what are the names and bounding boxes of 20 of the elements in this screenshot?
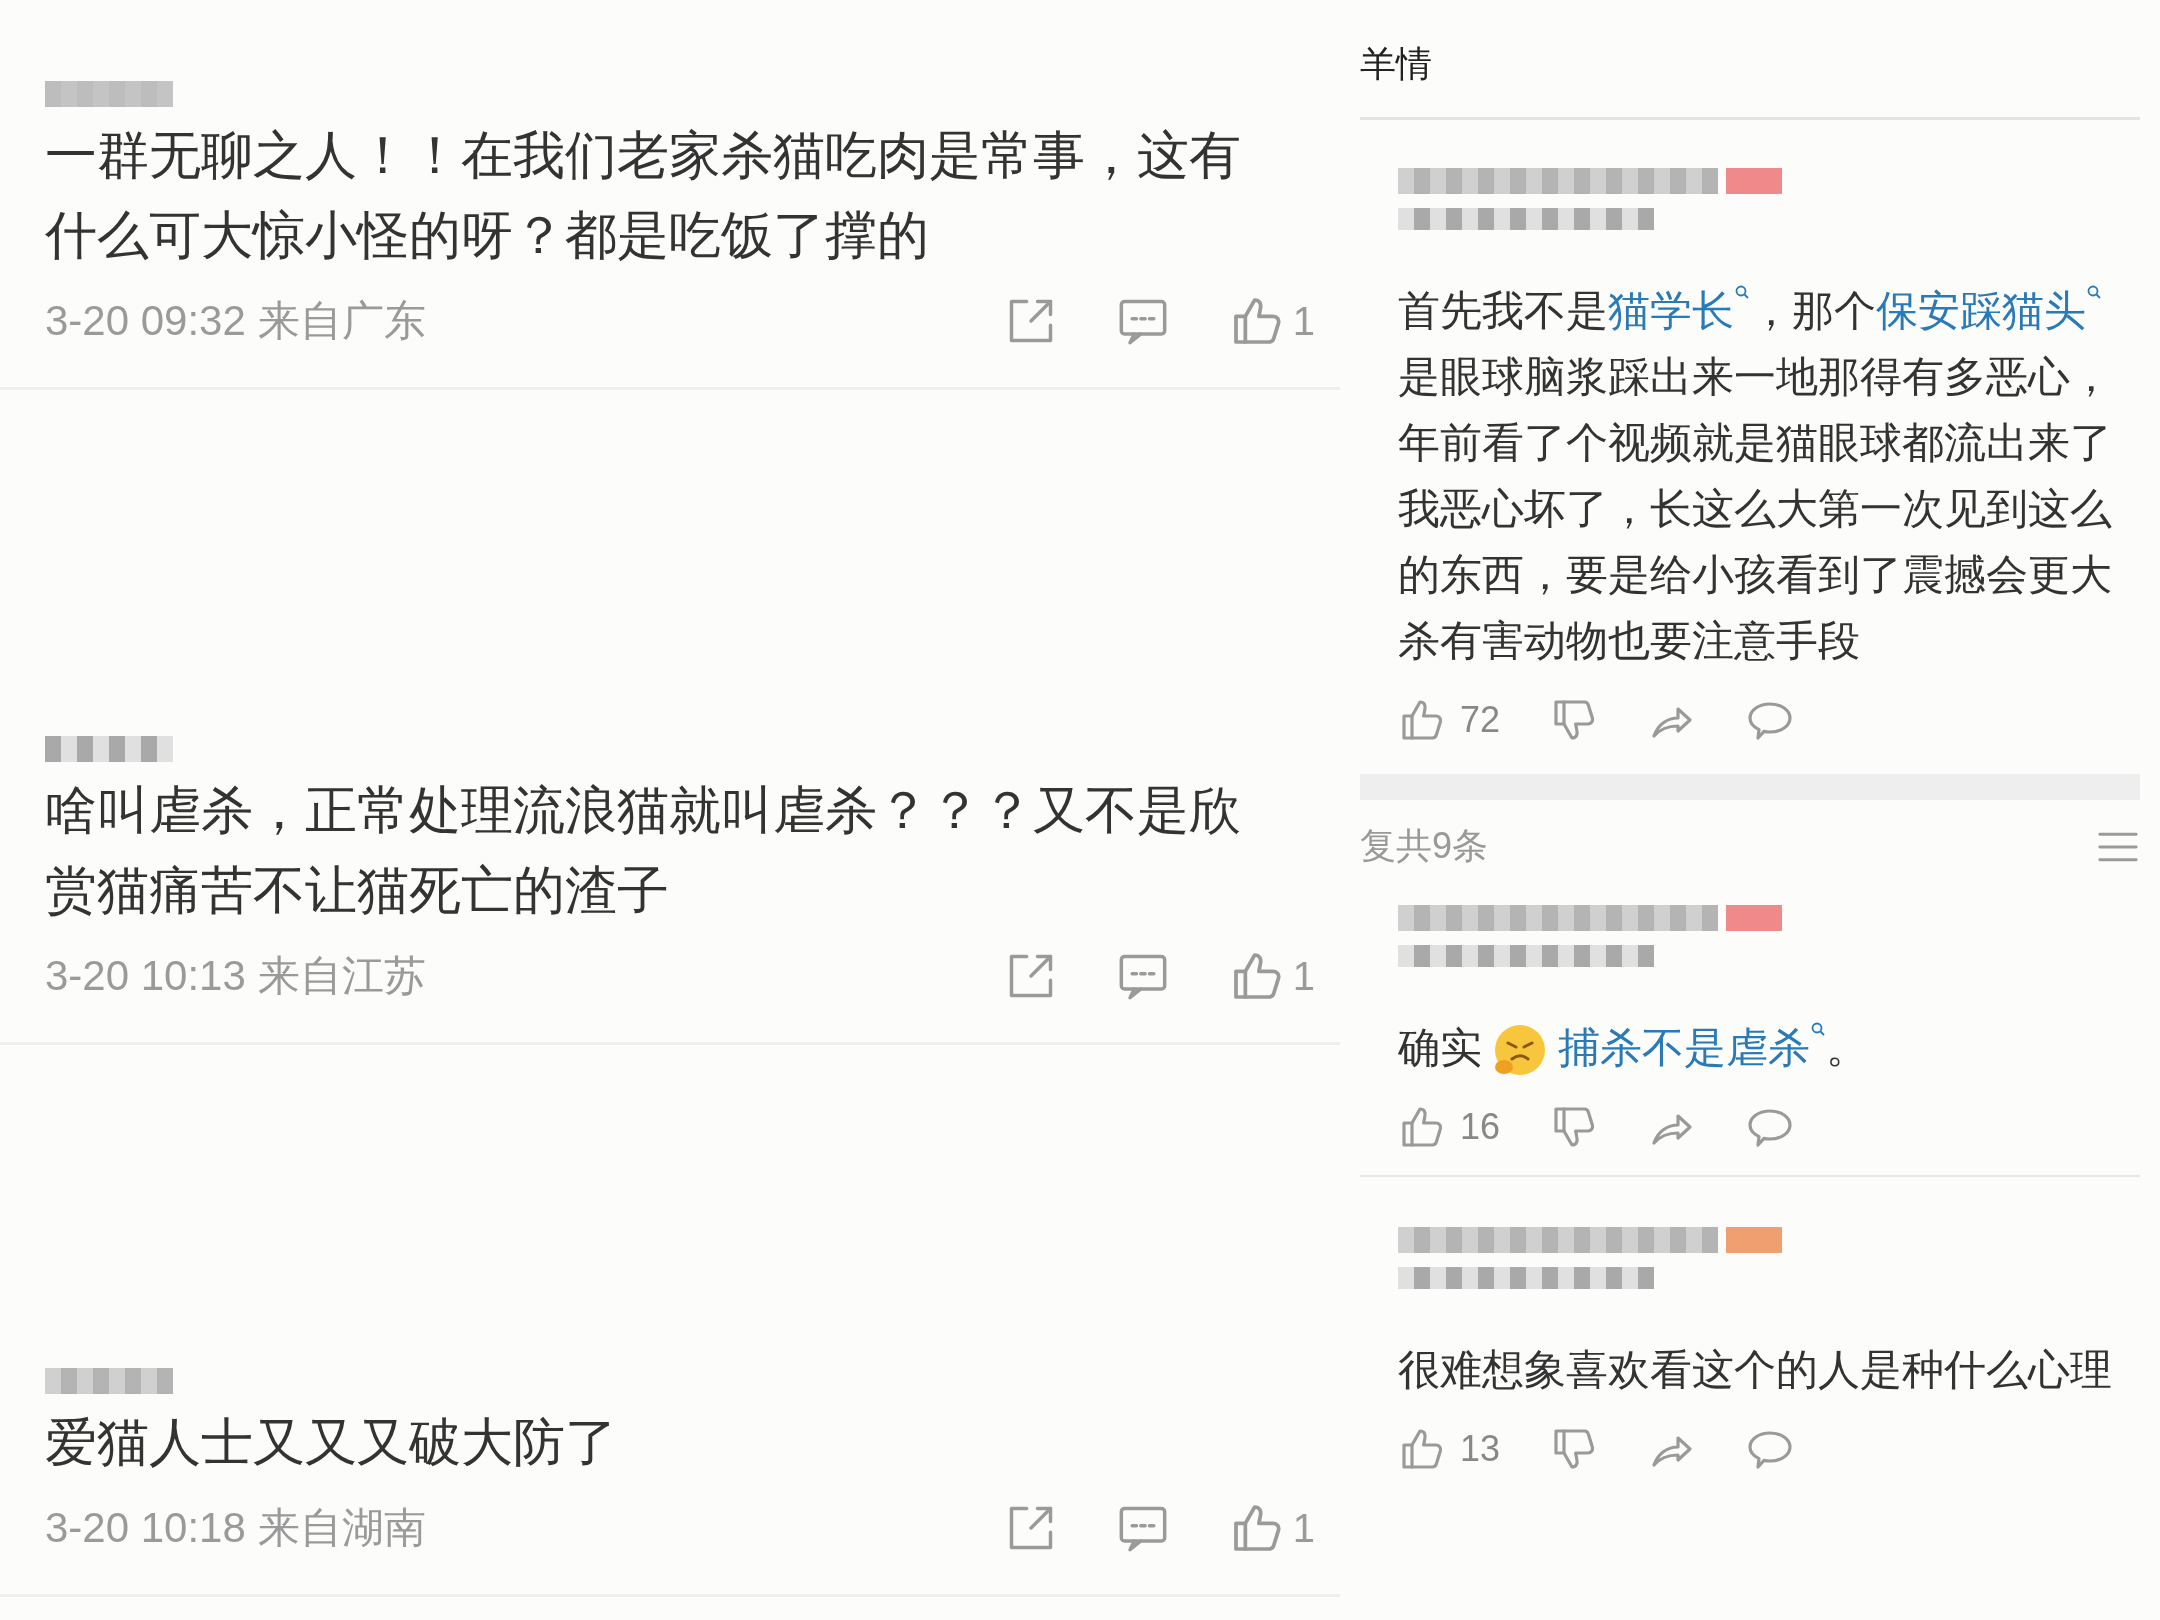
like-count: 13 <box>1460 1428 1501 1470</box>
comment-text: 爱猫人士又又又破大防了 <box>45 1412 618 1473</box>
comment-time: 3-20 10:13 来自江苏 <box>45 951 427 1001</box>
like-count: 1 <box>1292 953 1315 999</box>
comment-text: 首先我不是猫学长 ，那个保安踩猫头 是眼球脑浆踩出来一地那得有多恶心， 年前看了个视频就是猫眼球都流出来了 我恶心坏了，长这么大第一次见到这么 的东西，要是给小孩看到了震撼会更大 杀有害动物也要注意手段 <box>1398 278 2140 674</box>
comment-text: 很难想象喜欢看这个的人是种什么心理 <box>1398 1345 2113 1395</box>
search-link[interactable]: 捕杀不是虐杀 <box>1558 1024 1826 1071</box>
reply-count: 复共9条 <box>1360 824 1489 868</box>
like-count: 1 <box>1292 1505 1315 1551</box>
search-link[interactable]: 保安踩猫头 <box>1876 287 2102 334</box>
comment-text: 确实 捕杀不是虐杀 。 <box>1398 1015 2140 1081</box>
page-title: 羊情 <box>1360 0 2140 120</box>
search-link[interactable]: 猫学长 <box>1608 287 1750 334</box>
comment-text: 啥叫虐杀，正常处理流浪猫就叫虐杀？？？又不是欣赏猫痛苦不让猫死亡的渣子 <box>45 780 1242 921</box>
comment-time: 3-20 10:18 来自湖南 <box>45 1503 427 1553</box>
comment-time: 3-20 09:32 来自广东 <box>45 296 427 346</box>
like-count: 16 <box>1460 1106 1501 1148</box>
like-count: 1 <box>1292 298 1315 344</box>
like-count: 72 <box>1460 699 1501 741</box>
comment-text: 一群无聊之人！！在我们老家杀猫吃肉是常事，这有什么可大惊小怪的呀？都是吃饭了撑的 <box>45 125 1242 266</box>
